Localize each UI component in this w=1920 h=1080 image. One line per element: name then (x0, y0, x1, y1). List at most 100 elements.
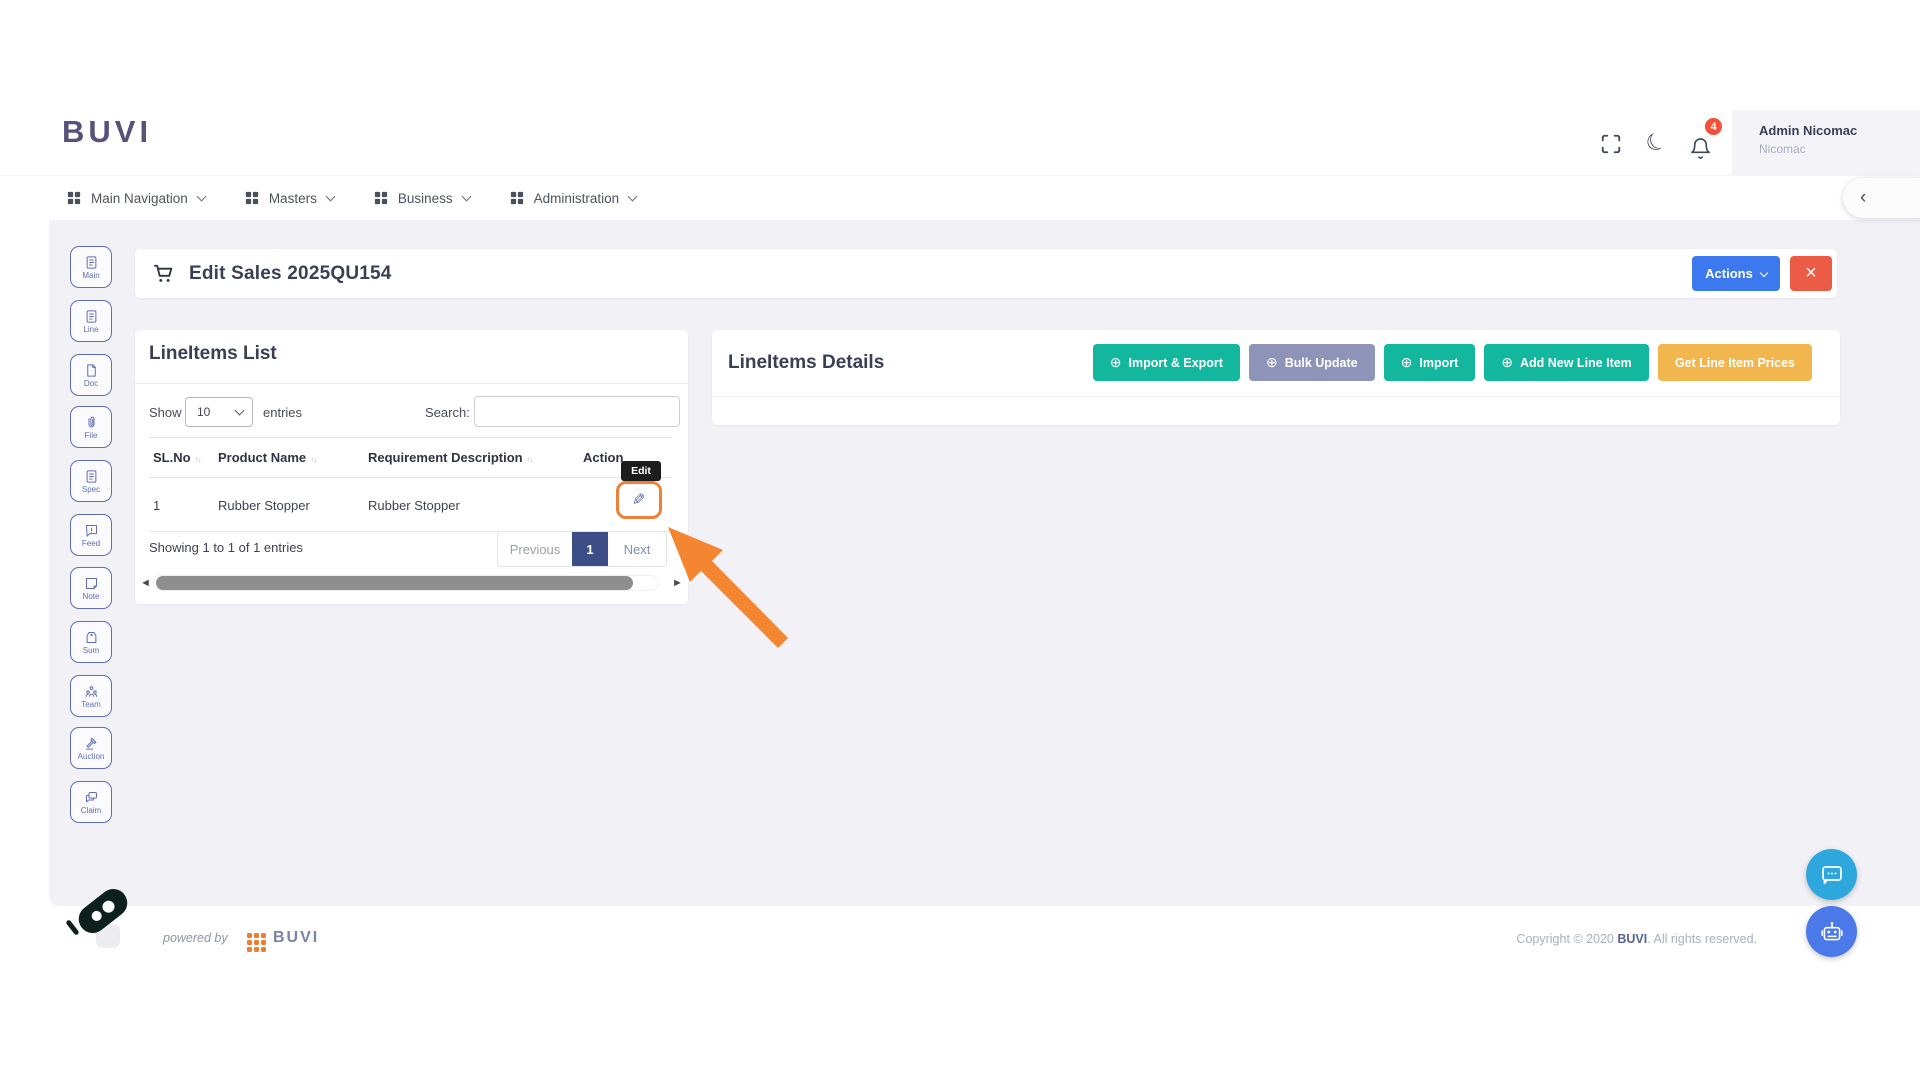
sort-icon: ↑↓ (310, 455, 316, 464)
note-icon (84, 576, 99, 591)
plus-circle-icon: ⊕ (1501, 354, 1513, 371)
chat-bubble-icon (1820, 863, 1844, 887)
notification-count-badge: 4 (1703, 116, 1724, 137)
sidebar-item-doc[interactable]: Doc (70, 354, 112, 396)
gavel-icon (84, 736, 99, 751)
nav-label: Administration (534, 191, 620, 206)
bot-assistant-button[interactable] (1806, 906, 1857, 957)
cell-requirement-description: Rubber Stopper (368, 498, 583, 513)
tag-icon (84, 630, 99, 645)
table-row: 1 Rubber Stopper Rubber Stopper (149, 479, 672, 532)
sidebar-item-label: Main (82, 271, 99, 280)
edit-row-button[interactable]: ✎ (632, 490, 645, 510)
nav-item-administration[interactable]: Administration (510, 191, 637, 206)
chevron-left-icon: ‹ (1860, 187, 1866, 209)
chat-double-icon (84, 790, 99, 805)
sidebar-item-feed[interactable]: Feed (70, 514, 112, 556)
bulk-update-button[interactable]: ⊕ Bulk Update (1249, 344, 1375, 381)
column-header-slno[interactable]: SL.No↑↓ (149, 450, 218, 465)
sidebar-item-claim[interactable]: Claim (70, 781, 112, 823)
sidebar-item-label: Doc (84, 379, 98, 388)
page-size-select[interactable]: 10 (185, 397, 253, 427)
sidebar-item-note[interactable]: Note (70, 567, 112, 609)
sidebar-item-spec[interactable]: Spec (70, 460, 112, 502)
collapse-panel-button[interactable]: ‹ (1843, 178, 1920, 218)
chat-widget-button[interactable] (1806, 849, 1857, 900)
sidebar-item-label: File (85, 431, 98, 440)
main-nav: Main Navigation Masters Business Adminis… (0, 175, 1920, 220)
add-new-line-item-button[interactable]: ⊕ Add New Line Item (1484, 344, 1649, 381)
scroll-right-arrow[interactable]: ► (672, 577, 683, 589)
chevron-down-icon (235, 405, 245, 415)
search-label: Search: (425, 405, 470, 420)
chevron-down-icon (461, 191, 471, 201)
divider (135, 383, 688, 384)
grid-icon (245, 191, 259, 205)
buvi-dot-logo-icon (247, 933, 266, 952)
cart-icon (153, 263, 175, 285)
search-input[interactable] (474, 396, 680, 427)
column-header-product-name[interactable]: Product Name↑↓ (218, 450, 368, 465)
sidebar-item-label: Feed (82, 539, 100, 548)
user-menu[interactable]: Admin Nicomac Nicomac (1732, 110, 1920, 175)
nav-label: Business (398, 191, 453, 206)
robot-icon (1819, 919, 1845, 945)
notifications-bell-icon[interactable] (1687, 134, 1713, 162)
sidebar-item-file[interactable]: File (70, 406, 112, 448)
lineitems-details-title: LineItems Details (728, 352, 884, 374)
sidebar-item-label: Team (81, 700, 101, 709)
import-export-button[interactable]: ⊕ Import & Export (1093, 344, 1240, 381)
grid-icon (67, 191, 81, 205)
close-page-button[interactable]: × (1790, 256, 1832, 291)
actions-label: Actions (1705, 266, 1753, 281)
team-icon (84, 684, 99, 699)
paperclip-icon (84, 415, 99, 430)
nav-item-masters[interactable]: Masters (245, 191, 334, 206)
dark-mode-moon-icon[interactable]: ☾ (1638, 124, 1674, 161)
actions-button[interactable]: Actions (1692, 256, 1780, 291)
user-organization: Nicomac (1759, 142, 1920, 156)
pagination-page-1[interactable]: 1 (572, 532, 608, 566)
sidebar-item-main[interactable]: Main (70, 246, 112, 288)
document-lines-icon (84, 255, 99, 270)
pagination-next[interactable]: Next (608, 532, 666, 566)
document-lines-icon (84, 469, 99, 484)
entries-summary: Showing 1 to 1 of 1 entries (149, 540, 303, 555)
column-header-requirement-description[interactable]: Requirement Description↑↓ (368, 450, 583, 465)
sidebar-item-line[interactable]: Line (70, 300, 112, 342)
pagination-previous[interactable]: Previous (498, 532, 572, 566)
sort-icon: ↑↓ (195, 455, 201, 464)
chat-alert-icon (84, 523, 99, 538)
cell-product-name: Rubber Stopper (218, 498, 368, 513)
lineitems-details-card: LineItems Details ⊕ Import & Export ⊕ Bu… (712, 330, 1840, 425)
divider (712, 396, 1840, 397)
scroll-left-arrow[interactable]: ◄ (140, 577, 151, 589)
get-line-item-prices-button[interactable]: Get Line Item Prices (1658, 344, 1812, 381)
robot-eye (90, 909, 104, 923)
chevron-down-icon (325, 191, 335, 201)
edit-tooltip: Edit (621, 461, 661, 481)
sidebar-item-label: Line (83, 325, 98, 334)
file-icon (84, 363, 99, 378)
sidebar-item-auction[interactable]: Auction (70, 727, 112, 769)
grid-icon (510, 191, 524, 205)
fullscreen-icon[interactable] (1598, 131, 1624, 157)
app-window: BUVI ☾ 4 Admin Nicomac Nicomac Main Navi… (0, 0, 1920, 1080)
chevron-down-icon (628, 191, 638, 201)
powered-by-label: powered by (163, 931, 228, 945)
sidebar-item-label: Spec (82, 485, 100, 494)
horizontal-scrollbar-thumb[interactable] (156, 576, 633, 590)
details-button-group: ⊕ Import & Export ⊕ Bulk Update ⊕ Import… (1093, 344, 1812, 381)
sidebar-item-label: Sum (83, 646, 99, 655)
import-button[interactable]: ⊕ Import (1384, 344, 1476, 381)
entries-label: entries (263, 405, 302, 420)
sidebar-item-sum[interactable]: Sum (70, 621, 112, 663)
nav-item-business[interactable]: Business (374, 191, 470, 206)
pagination: Previous 1 Next (497, 531, 667, 567)
nav-item-main-navigation[interactable]: Main Navigation (67, 191, 205, 206)
sidebar-item-team[interactable]: Team (70, 675, 112, 717)
user-name: Admin Nicomac (1759, 123, 1920, 138)
sidebar-item-label: Auction (78, 752, 105, 761)
page-size-value: 10 (197, 405, 210, 419)
cell-slno: 1 (149, 498, 218, 513)
